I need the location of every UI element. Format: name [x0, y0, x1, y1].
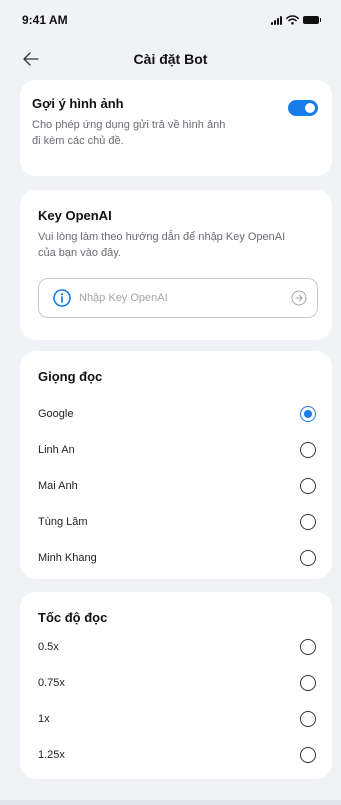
image-suggestion-description-line: đi kèm các chủ đề.: [32, 135, 124, 147]
header: Cài đặt Bot: [0, 40, 341, 78]
openai-key-description: Vui lòng làm theo hướng dẫn để nhập Key …: [38, 229, 320, 261]
radio-button[interactable]: [300, 478, 316, 494]
image-suggestion-description: Cho phép ứng dụng gửi trả về hình ảnh đi…: [32, 117, 320, 149]
voice-option-label: Tùng Lâm: [38, 516, 88, 528]
radio-button[interactable]: [300, 675, 316, 691]
page-title: Cài đặt Bot: [133, 51, 208, 67]
speed-option-label: 0.5x: [38, 641, 59, 653]
arrow-left-icon: [23, 52, 39, 66]
info-icon: [53, 289, 71, 307]
voice-options: Google Linh An Mai Anh Tùng Lâm Minh Kha…: [38, 396, 320, 576]
speed-option-1x[interactable]: 1x: [38, 701, 320, 737]
arrow-right-circle-icon[interactable]: [291, 290, 307, 306]
voice-option-label: Mai Anh: [38, 480, 78, 492]
radio-button[interactable]: [300, 550, 316, 566]
voice-card: Giọng đọc Google Linh An Mai Anh Tùng Lâ…: [20, 351, 332, 579]
signal-icon: [271, 15, 282, 25]
image-suggestion-toggle[interactable]: [288, 100, 318, 116]
bottom-edge: [0, 800, 341, 805]
radio-button[interactable]: [300, 442, 316, 458]
openai-key-input[interactable]: [79, 292, 291, 304]
voice-option-label: Minh Khang: [38, 552, 97, 564]
speed-option-label: 1.25x: [38, 749, 65, 761]
voice-option-label: Linh An: [38, 444, 75, 456]
radio-button[interactable]: [300, 747, 316, 763]
speed-option-0-5x[interactable]: 0.5x: [38, 629, 320, 665]
voice-option-tung-lam[interactable]: Tùng Lâm: [38, 504, 320, 540]
voice-option-linh-an[interactable]: Linh An: [38, 432, 320, 468]
voice-option-google[interactable]: Google: [38, 396, 320, 432]
status-icons: [271, 15, 321, 25]
status-time: 9:41 AM: [22, 13, 68, 27]
image-suggestion-description-line: Cho phép ứng dụng gửi trả về hình ảnh: [32, 119, 226, 131]
speed-option-label: 0.75x: [38, 677, 65, 689]
openai-key-description-line: của bạn vào đây.: [38, 247, 121, 259]
radio-button[interactable]: [300, 639, 316, 655]
voice-title: Giọng đọc: [38, 369, 103, 384]
speed-card: Tốc độ đọc 0.5x 0.75x 1x 1.25x: [20, 592, 332, 779]
speed-options: 0.5x 0.75x 1x 1.25x: [38, 629, 320, 773]
voice-option-minh-khang[interactable]: Minh Khang: [38, 540, 320, 576]
toggle-knob: [305, 103, 315, 113]
openai-key-description-line: Vui lòng làm theo hướng dẫn để nhập Key …: [38, 231, 286, 243]
voice-option-mai-anh[interactable]: Mai Anh: [38, 468, 320, 504]
radio-button[interactable]: [300, 711, 316, 727]
openai-key-input-container[interactable]: [38, 278, 318, 318]
openai-key-card: Key OpenAI Vui lòng làm theo hướng dẫn đ…: [20, 190, 332, 340]
battery-icon: [303, 16, 321, 24]
speed-option-1-25x[interactable]: 1.25x: [38, 737, 320, 773]
back-button[interactable]: [20, 48, 42, 70]
wifi-icon: [286, 15, 299, 25]
bot-settings-screen: 9:41 AM Cài đặt Bot Gợi ý hình ảnh Cho p…: [0, 0, 341, 805]
voice-option-label: Google: [38, 408, 74, 420]
image-suggestion-card: Gợi ý hình ảnh Cho phép ứng dụng gửi trả…: [20, 80, 332, 176]
speed-option-0-75x[interactable]: 0.75x: [38, 665, 320, 701]
speed-option-label: 1x: [38, 713, 50, 725]
speed-title: Tốc độ đọc: [38, 610, 108, 625]
image-suggestion-title: Gợi ý hình ảnh: [32, 96, 124, 111]
status-bar: 9:41 AM: [0, 0, 341, 40]
openai-key-title: Key OpenAI: [38, 208, 112, 223]
radio-button[interactable]: [300, 514, 316, 530]
radio-button[interactable]: [300, 406, 316, 422]
